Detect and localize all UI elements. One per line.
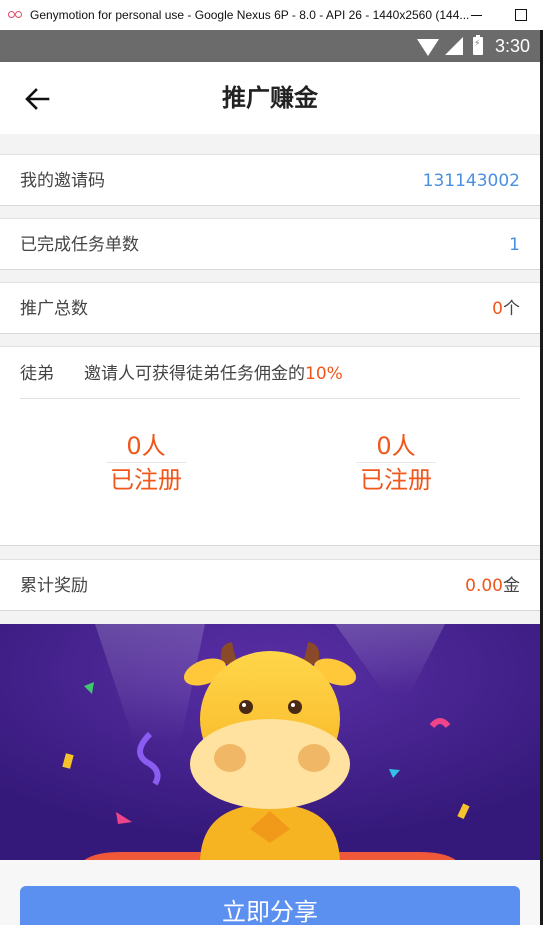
genymotion-logo-icon (8, 10, 24, 20)
emulator-window-title: Genymotion for personal use - Google Nex… (30, 8, 470, 22)
registered-stat-left[interactable]: 0人 已注册 (106, 431, 186, 497)
disciple-label: 徒弟 (20, 364, 54, 384)
content-area: 我的邀请码 131143002 已完成任务单数 1 推广总数 0个 徒弟 邀请人… (0, 134, 540, 925)
emulator-title-bar: Genymotion for personal use - Google Nex… (0, 0, 543, 30)
disciple-description: 邀请人可获得徒弟任务佣金的10% (84, 359, 343, 384)
promotion-total-value-group: 0个 (492, 283, 520, 335)
registered-count: 0人 (356, 431, 436, 463)
disciple-section: 徒弟 邀请人可获得徒弟任务佣金的10% 0人 已注册 0人 已注册 (0, 346, 540, 546)
invite-code-label: 我的邀请码 (20, 171, 105, 191)
completed-tasks-value: 1 (509, 235, 520, 255)
signal-icon (444, 37, 463, 55)
battery-icon (472, 35, 483, 55)
share-now-button[interactable]: 立即分享 (20, 886, 520, 925)
status-bar: 3:30 (0, 30, 540, 62)
completed-tasks-row[interactable]: 已完成任务单数 1 (0, 218, 540, 270)
cow-mascot-illustration (0, 624, 540, 864)
reward-value: 0.00 (465, 576, 503, 596)
promotion-total-value: 0 (492, 299, 503, 319)
disciple-percent: 10% (305, 364, 343, 384)
promotion-total-unit: 个 (503, 299, 520, 319)
reward-row[interactable]: 累计奖励 0.00金 (0, 559, 540, 611)
bottom-area: 立即分享 (0, 860, 540, 925)
reward-value-group: 0.00金 (465, 560, 520, 612)
promo-banner[interactable] (0, 624, 540, 864)
page-title: 推广赚金 (222, 84, 318, 112)
minimize-button[interactable] (468, 6, 486, 24)
registered-caption: 已注册 (110, 466, 182, 494)
arrow-left-icon (25, 88, 50, 110)
back-button[interactable] (22, 84, 52, 114)
promotion-total-label: 推广总数 (20, 299, 88, 319)
status-time: 3:30 (494, 35, 530, 56)
invite-code-row[interactable]: 我的邀请码 131143002 (0, 154, 540, 206)
divider (20, 398, 520, 399)
maximize-button[interactable] (512, 6, 530, 24)
registered-stat-right[interactable]: 0人 已注册 (356, 431, 436, 497)
reward-label: 累计奖励 (20, 576, 88, 596)
wifi-icon (416, 38, 439, 56)
invite-code-value: 131143002 (422, 171, 520, 191)
disciple-desc-text: 邀请人可获得徒弟任务佣金的 (84, 364, 305, 384)
reward-unit: 金 (503, 576, 520, 596)
app-header: 推广赚金 (0, 62, 540, 134)
promotion-total-row[interactable]: 推广总数 0个 (0, 282, 540, 334)
registered-count: 0人 (106, 431, 186, 463)
registered-caption: 已注册 (360, 466, 432, 494)
completed-tasks-label: 已完成任务单数 (20, 235, 139, 255)
